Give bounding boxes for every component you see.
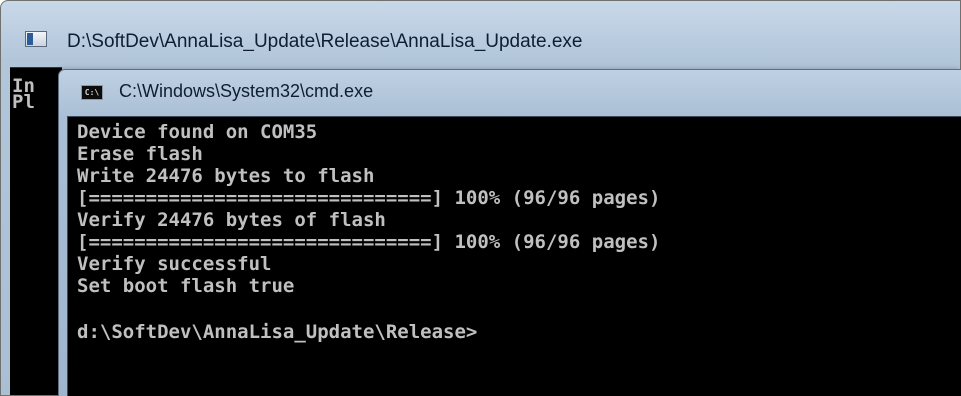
console-line: Verify 24476 bytes of flash	[77, 209, 386, 231]
console-line: Write 24476 bytes to flash	[77, 165, 375, 187]
console-line: Erase flash	[77, 143, 203, 165]
console-output[interactable]: Device found on COM35 Erase flash Write …	[67, 116, 961, 396]
cmd-window-titlebar[interactable]: C:\ C:\Windows\System32\cmd.exe	[59, 70, 961, 116]
console-progress-line: [==============================] 100% (9…	[77, 231, 661, 253]
console-prompt[interactable]: d:\SoftDev\AnnaLisa_Update\Release>	[77, 321, 477, 343]
app-window-titlebar[interactable]: D:\SoftDev\AnnaLisa_Update\Release\AnnaL…	[1, 1, 960, 61]
cmd-window-title: C:\Windows\System32\cmd.exe	[119, 81, 374, 101]
console-progress-line: [==============================] 100% (9…	[77, 187, 661, 209]
application-icon[interactable]	[25, 31, 47, 47]
console-line: Set boot flash true	[77, 275, 295, 297]
app-window-title: D:\SoftDev\AnnaLisa_Update\Release\AnnaL…	[67, 31, 583, 52]
console-line: Verify successful	[77, 253, 272, 275]
console-line: Device found on COM35	[77, 121, 318, 143]
app-window-console[interactable]: In Pl	[10, 67, 62, 395]
console-text-fragment: Pl	[12, 91, 35, 113]
cmd-icon[interactable]: C:\	[81, 85, 103, 100]
cmd-window[interactable]: C:\ C:\Windows\System32\cmd.exe Device f…	[58, 69, 961, 396]
